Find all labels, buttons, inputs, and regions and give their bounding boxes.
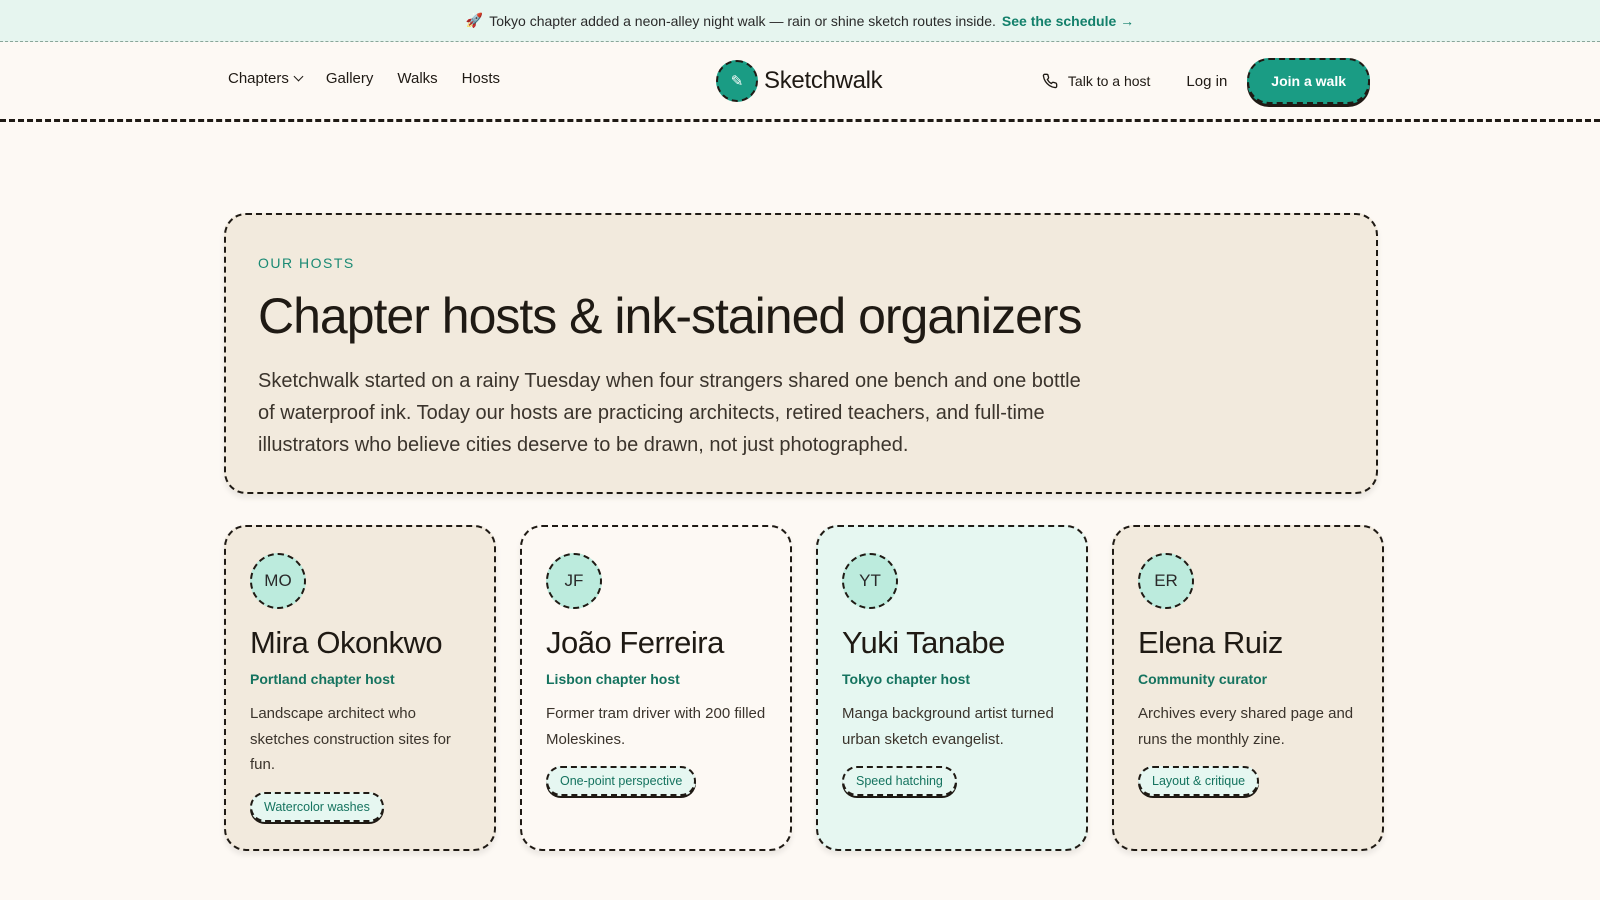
host-bio: Manga background artist turned urban ske… [842,705,1054,748]
pencil-icon: ✎ [716,60,758,102]
primary-nav: Chapters Gallery Walks Hosts [228,70,500,87]
announcement-bar: 🚀 Tokyo chapter added a neon-alley night… [0,0,1600,42]
host-name: Yuki Tanabe [842,625,1005,660]
brand-name: Sketchwalk [764,67,883,94]
host-role: Tokyo chapter host [842,671,971,687]
host-card-yuki: YT Yuki Tanabe Tokyo chapter host Manga … [816,525,1088,851]
avatar: ER [1138,553,1194,609]
hosts-hero: OUR HOSTS Chapter hosts & ink-stained or… [224,213,1378,494]
section-eyebrow: OUR HOSTS [258,255,355,271]
avatar: MO [250,553,306,609]
host-role: Portland chapter host [250,671,395,687]
host-card-joao: JF João Ferreira Lisbon chapter host For… [520,525,792,851]
talk-label: Talk to a host [1067,73,1151,89]
talk-to-host-link[interactable]: Talk to a host [1042,73,1151,89]
avatar: JF [546,553,602,609]
host-role: Lisbon chapter host [546,671,680,687]
skill-tag[interactable]: Watercolor washes [250,791,384,822]
host-bio: Archives every shared page and runs the … [1138,705,1354,748]
nav-item-hosts[interactable]: Hosts [462,70,500,87]
avatar: YT [842,553,898,609]
skill-tag[interactable]: Speed hatching [842,766,957,796]
nav-item-label: Chapters [228,70,289,87]
nav-item-chapters[interactable]: Chapters [228,70,304,87]
host-name: Elena Ruiz [1138,625,1283,660]
announcement-text: Tokyo chapter added a neon-alley night w… [489,12,996,29]
host-name: João Ferreira [546,625,724,660]
host-card-mira: MO Mira Okonkwo Portland chapter host La… [224,525,496,851]
host-name: Mira Okonkwo [250,625,443,660]
page-title: Chapter hosts & ink-stained organizers [258,288,1083,344]
brand-logo[interactable]: ✎ Sketchwalk [716,60,883,102]
host-bio: Former tram driver with 200 filled Moles… [546,705,766,748]
skill-tag[interactable]: Layout & critique [1138,766,1260,796]
top-nav: Chapters Gallery Walks Hosts ✎ Sketchwal… [0,42,1600,122]
nav-actions: Talk to a host Log in Join a walk [1042,58,1370,104]
rocket-icon: 🚀 [465,12,484,28]
hero-description: Sketchwalk started on a rainy Tuesday wh… [258,370,1081,456]
see-schedule-link[interactable]: See the schedule → [1002,13,1134,29]
host-bio: Landscape architect who sketches constru… [250,705,451,773]
host-card-elena: ER Elena Ruiz Community curator Archives… [1112,525,1384,851]
join-walk-button[interactable]: Join a walk [1247,58,1370,104]
login-link[interactable]: Log in [1186,73,1227,90]
skill-tag[interactable]: One-point perspective [546,766,697,796]
nav-item-walks[interactable]: Walks [397,70,437,87]
nav-item-gallery[interactable]: Gallery [326,70,374,87]
chevron-down-icon [293,71,304,82]
host-role: Community curator [1138,671,1268,687]
phone-icon [1042,73,1058,89]
host-cards: MO Mira Okonkwo Portland chapter host La… [224,525,1384,851]
